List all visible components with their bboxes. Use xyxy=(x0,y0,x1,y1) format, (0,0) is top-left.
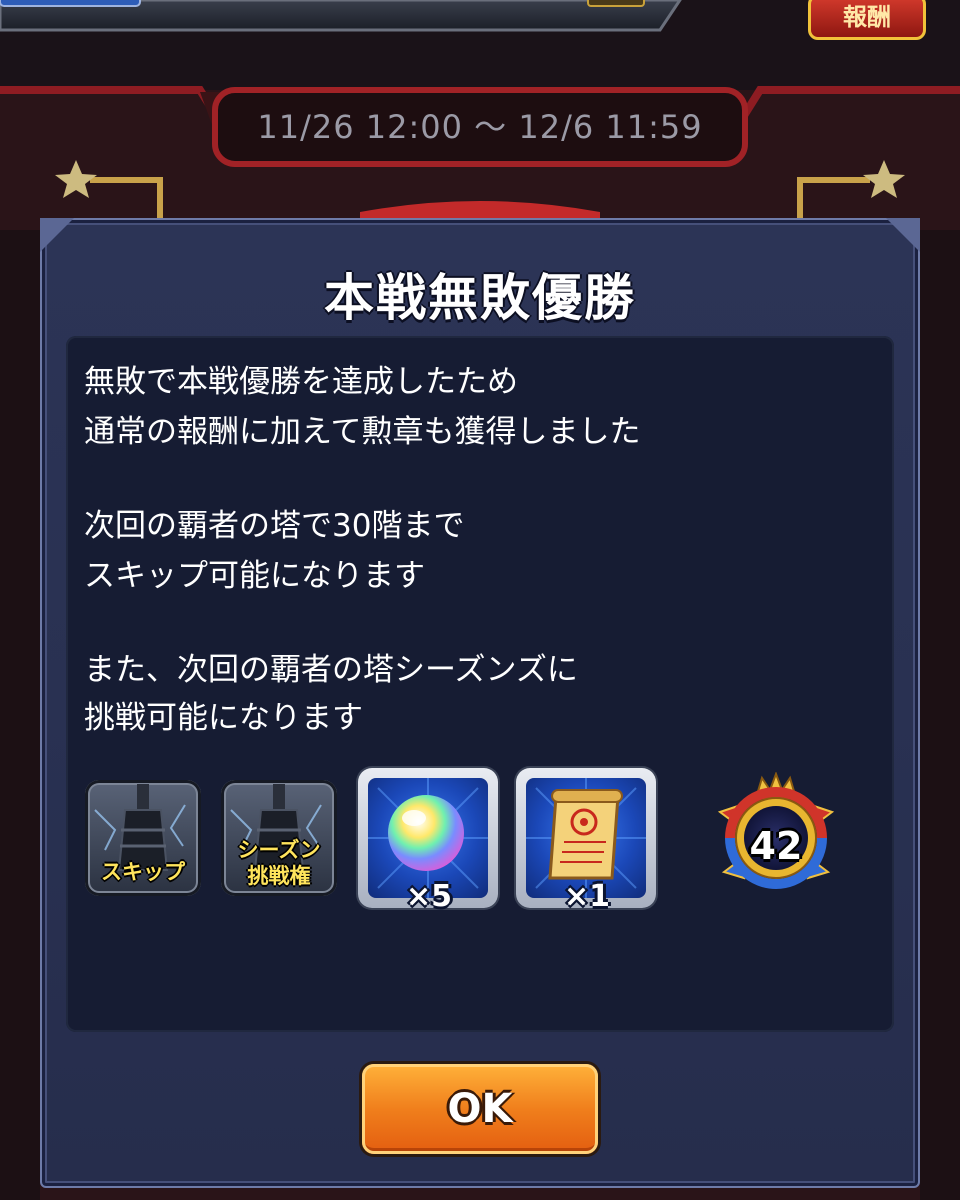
reward-skip[interactable]: スキップ xyxy=(85,780,201,896)
reward-season-label-line1: シーズン xyxy=(237,838,321,862)
ok-button-label: OK xyxy=(447,1086,513,1132)
message-line: 通常の報酬に加えて勲章も獲得しました xyxy=(84,414,641,450)
message-line: 次回の覇者の塔で30階まで xyxy=(84,508,465,544)
event-period-text: 11/26 12:00 〜 12/6 11:59 xyxy=(257,108,703,146)
reward-orb-quantity: ×5 xyxy=(405,879,452,914)
reward-season-label-line2: 挑戦権 xyxy=(247,864,311,888)
message-line: 無敗で本戦優勝を達成したため xyxy=(84,364,518,400)
rewards-badge[interactable]: 報酬 xyxy=(808,0,926,40)
ok-button[interactable]: OK xyxy=(362,1064,598,1154)
reward-orb[interactable]: ×5 xyxy=(358,768,498,914)
reward-skip-label: スキップ xyxy=(101,860,185,884)
message-line: また、次回の覇者の塔シーズンズに xyxy=(84,652,578,688)
reward-scroll[interactable]: ×1 xyxy=(516,768,656,914)
dialog-title: 本戦無敗優勝 xyxy=(324,269,636,327)
message-line: 挑戦可能になります xyxy=(84,700,363,736)
corner-ornament-icon xyxy=(40,218,74,252)
corner-ornament-icon xyxy=(886,218,920,252)
reward-season-ticket[interactable]: シーズン 挑戦権 xyxy=(221,780,337,896)
reward-scroll-quantity: ×1 xyxy=(563,879,610,914)
reward-medal[interactable]: 42 xyxy=(714,771,838,896)
medal-count: 42 xyxy=(749,824,803,868)
message-line: スキップ可能になります xyxy=(84,558,425,594)
